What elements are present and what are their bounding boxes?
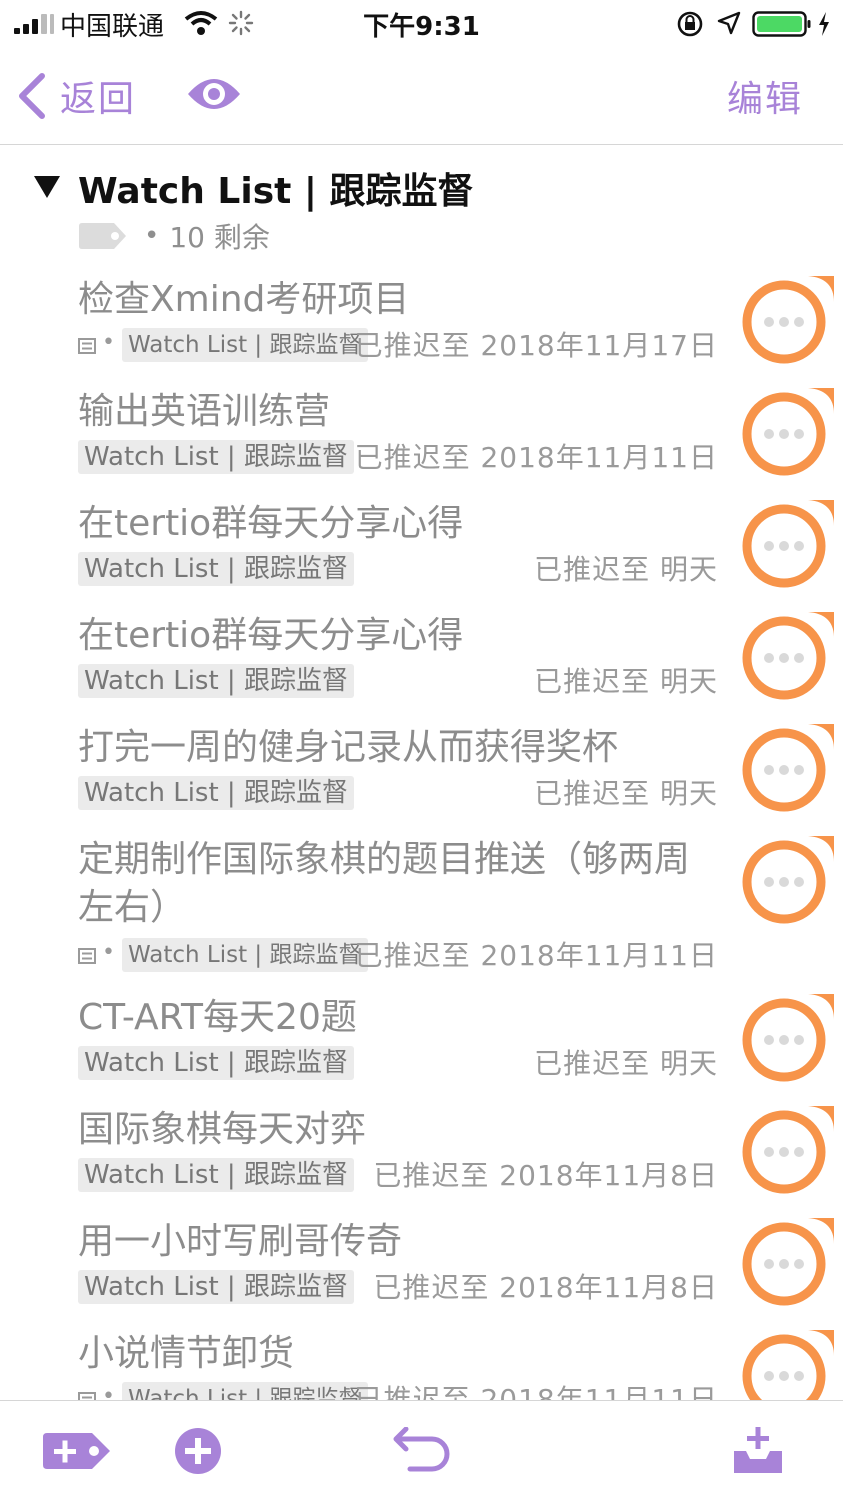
undo-button[interactable]: [392, 1426, 454, 1479]
eye-icon: [188, 79, 240, 109]
deferred-status-icon[interactable]: [738, 382, 838, 482]
status-bar: 中国联通 下午9:31: [0, 0, 843, 48]
meta-bullet: •: [102, 940, 115, 965]
task-row[interactable]: 在tertio群每天分享心得 Watch List | 跟踪监督 已推迟至 明天: [0, 606, 843, 718]
task-row[interactable]: 用一小时写刷哥传奇 Watch List | 跟踪监督 已推迟至 2018年11…: [0, 1212, 843, 1324]
tag-chip: Watch List | 跟踪监督: [78, 1046, 354, 1080]
section-meta: • 10 剩余: [78, 216, 270, 256]
task-meta: Watch List | 跟踪监督 已推迟至 明天: [78, 664, 718, 700]
chevron-left-icon: [19, 73, 45, 119]
deferred-status-icon[interactable]: [738, 1100, 838, 1200]
add-item-icon: [175, 1428, 221, 1474]
task-row[interactable]: 检查Xmind考研项目 • Watch List | 跟踪监督 已推迟至 201…: [0, 270, 843, 382]
add-tag-button[interactable]: [42, 1431, 112, 1475]
task-row[interactable]: CT-ART每天20题 Watch List | 跟踪监督 已推迟至 明天: [0, 988, 843, 1100]
deferred-date: 已推迟至 明天: [534, 777, 718, 810]
meta-bullet: •: [102, 1384, 115, 1400]
task-title: 小说情节卸货: [78, 1333, 295, 1374]
deferred-date: 已推迟至 明天: [534, 665, 718, 698]
task-title: 国际象棋每天对弈: [78, 1109, 367, 1150]
deferred-status-icon[interactable]: [738, 830, 838, 930]
task-list: 检查Xmind考研项目 • Watch List | 跟踪监督 已推迟至 201…: [0, 270, 843, 1400]
deferred-date: 已推迟至 明天: [534, 553, 718, 586]
task-row[interactable]: 定期制作国际象棋的题目推送（够两周左右） • Watch List | 跟踪监督…: [0, 830, 843, 988]
deferred-date: 已推迟至 2018年11月17日: [354, 329, 718, 362]
back-label: 返回: [60, 79, 137, 120]
deferred-status-icon[interactable]: [738, 494, 838, 594]
tag-chip: Watch List | 跟踪监督: [122, 328, 368, 362]
deferred-status-icon[interactable]: [738, 988, 838, 1088]
task-meta: Watch List | 跟踪监督 已推迟至 明天: [78, 776, 718, 812]
task-meta: Watch List | 跟踪监督 已推迟至 2018年11月11日: [78, 440, 718, 476]
note-icon: [78, 948, 96, 964]
task-meta: • Watch List | 跟踪监督 已推迟至 2018年11月11日: [78, 938, 718, 974]
remaining-count: 10 剩余: [169, 221, 270, 254]
task-title: CT-ART每天20题: [78, 997, 357, 1038]
task-row[interactable]: 在tertio群每天分享心得 Watch List | 跟踪监督 已推迟至 明天: [0, 494, 843, 606]
disclosure-triangle-icon[interactable]: [32, 174, 62, 200]
deferred-date: 已推迟至 2018年11月11日: [354, 939, 718, 972]
deferred-date: 已推迟至 2018年11月8日: [373, 1271, 718, 1304]
tag-chip: Watch List | 跟踪监督: [122, 1382, 368, 1400]
deferred-date: 已推迟至 明天: [534, 1047, 718, 1080]
deferred-date: 已推迟至 2018年11月11日: [354, 441, 718, 474]
task-meta: Watch List | 跟踪监督 已推迟至 2018年11月8日: [78, 1158, 718, 1194]
deferred-date: 已推迟至 2018年11月8日: [373, 1159, 718, 1192]
tag-chip: Watch List | 跟踪监督: [78, 664, 354, 698]
note-icon: [78, 338, 96, 354]
tag-chip: Watch List | 跟踪监督: [78, 440, 354, 474]
task-title: 检查Xmind考研项目: [78, 279, 410, 320]
task-meta: • Watch List | 跟踪监督 已推迟至 2018年11月17日: [78, 328, 718, 364]
task-meta: Watch List | 跟踪监督 已推迟至 2018年11月8日: [78, 1270, 718, 1306]
task-title: 定期制作国际象棋的题目推送（够两周左右）: [78, 839, 691, 928]
task-title: 在tertio群每天分享心得: [78, 503, 464, 544]
add-item-button[interactable]: [174, 1427, 222, 1479]
task-title: 输出英语训练营: [78, 391, 331, 432]
view-options-button[interactable]: [186, 74, 242, 118]
meta-bullet: •: [102, 330, 115, 355]
inbox-add-icon: [734, 1427, 782, 1473]
task-title: 打完一周的健身记录从而获得奖杯: [78, 727, 619, 768]
task-meta: • Watch List | 跟踪监督 已推迟至 2018年11月11日: [78, 1382, 718, 1400]
location-icon: [717, 11, 741, 35]
tag-chip: Watch List | 跟踪监督: [78, 1158, 354, 1192]
tag-chip: Watch List | 跟踪监督: [122, 938, 368, 972]
add-tag-icon: [43, 1433, 110, 1469]
task-row[interactable]: 小说情节卸货 • Watch List | 跟踪监督 已推迟至 2018年11月…: [0, 1324, 843, 1400]
meta-separator: •: [144, 221, 160, 251]
section-title: Watch List | 跟踪监督: [78, 171, 474, 212]
battery-icon: [752, 11, 811, 37]
task-title: 用一小时写刷哥传奇: [78, 1221, 403, 1262]
bottom-toolbar: [0, 1400, 843, 1501]
edit-button[interactable]: 编辑: [727, 70, 803, 122]
charging-icon: [819, 12, 829, 36]
deferred-status-icon[interactable]: [738, 1212, 838, 1312]
tag-icon: [79, 223, 126, 249]
tag-chip: Watch List | 跟踪监督: [78, 552, 354, 586]
inbox-add-button[interactable]: [732, 1425, 784, 1479]
task-row[interactable]: 国际象棋每天对弈 Watch List | 跟踪监督 已推迟至 2018年11月…: [0, 1100, 843, 1212]
deferred-status-icon[interactable]: [738, 270, 838, 370]
deferred-date: 已推迟至 2018年11月11日: [354, 1383, 718, 1400]
nav-bar: 返回 编辑: [0, 48, 843, 145]
undo-icon: [393, 1426, 450, 1472]
task-meta: Watch List | 跟踪监督 已推迟至 明天: [78, 1046, 718, 1082]
task-meta: Watch List | 跟踪监督 已推迟至 明天: [78, 552, 718, 588]
deferred-status-icon[interactable]: [738, 606, 838, 706]
note-icon: [78, 1392, 96, 1400]
task-row[interactable]: 打完一周的健身记录从而获得奖杯 Watch List | 跟踪监督 已推迟至 明…: [0, 718, 843, 830]
tag-chip: Watch List | 跟踪监督: [78, 1270, 354, 1304]
rotation-lock-icon: [677, 11, 703, 37]
deferred-status-icon[interactable]: [738, 718, 838, 818]
deferred-status-icon[interactable]: [738, 1324, 838, 1400]
task-row[interactable]: 输出英语训练营 Watch List | 跟踪监督 已推迟至 2018年11月1…: [0, 382, 843, 494]
tag-chip: Watch List | 跟踪监督: [78, 776, 354, 810]
task-title: 在tertio群每天分享心得: [78, 615, 464, 656]
back-button[interactable]: 返回: [16, 70, 136, 122]
